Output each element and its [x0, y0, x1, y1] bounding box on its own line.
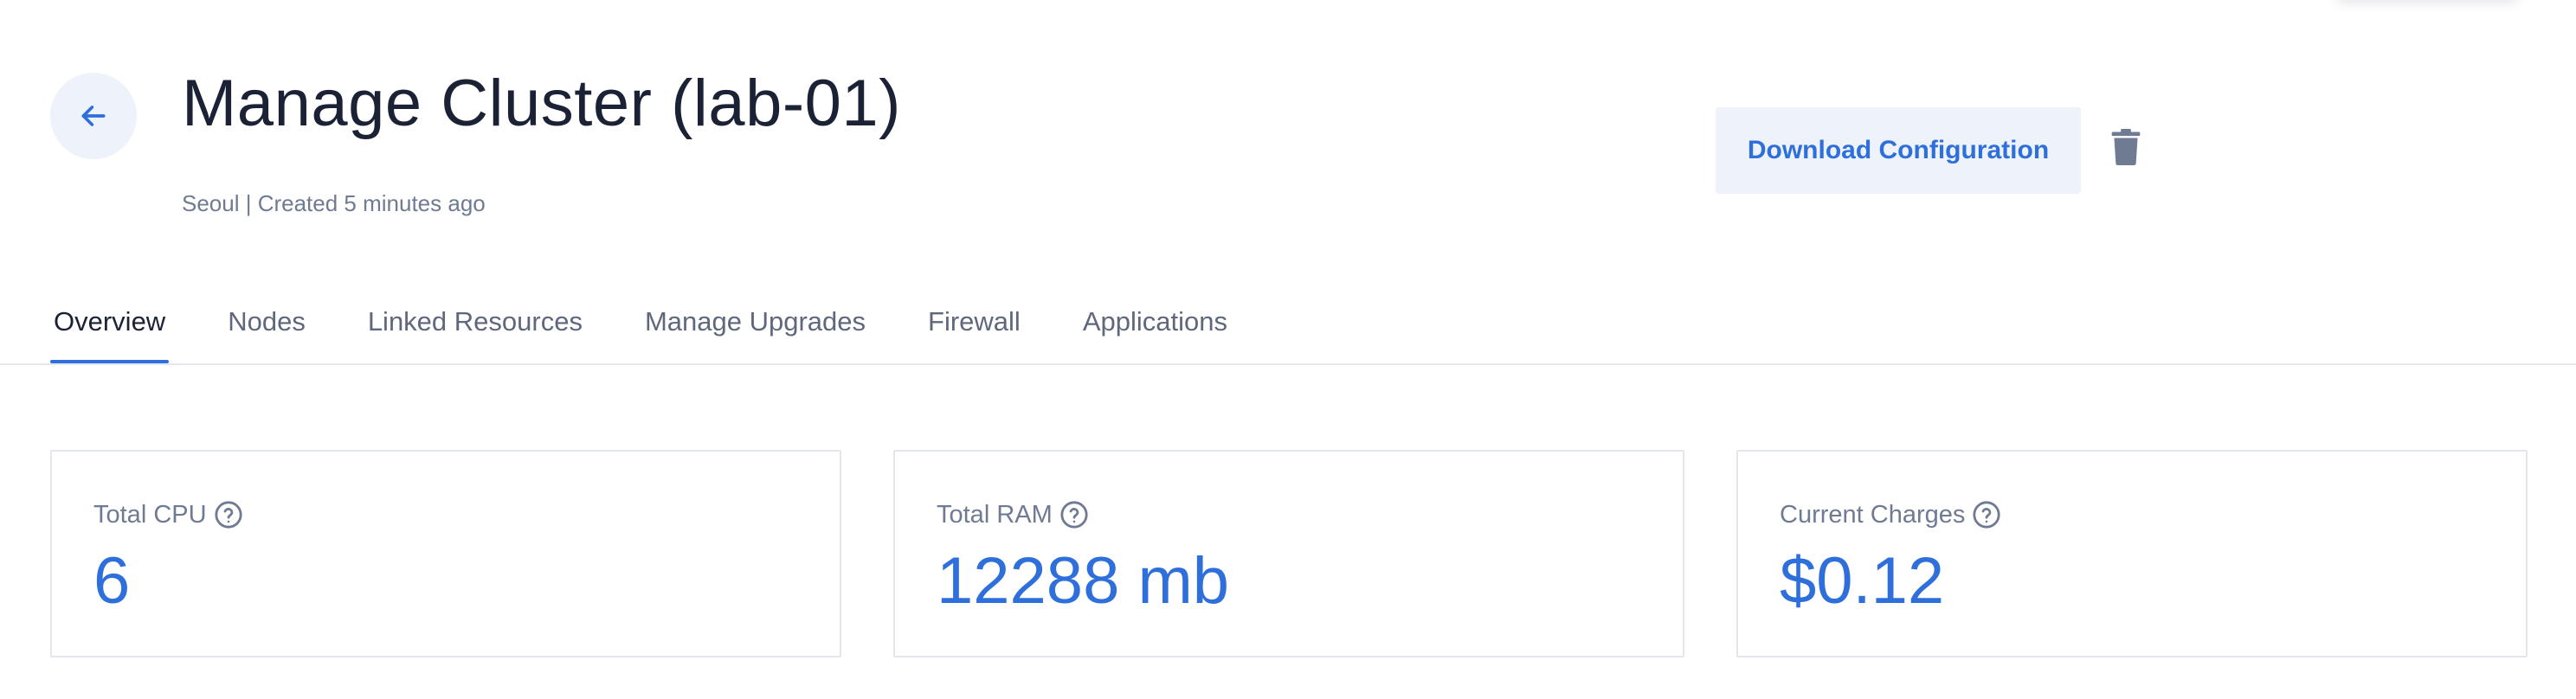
tab-linked-resources[interactable]: Linked Resources	[364, 294, 586, 363]
stat-value: $0.12	[1780, 544, 1945, 618]
trash-icon	[2111, 129, 2141, 165]
back-button[interactable]	[50, 73, 137, 159]
help-icon[interactable]	[214, 500, 243, 529]
help-icon[interactable]	[1059, 500, 1089, 529]
help-icon[interactable]	[1972, 500, 2001, 529]
stat-label: Total CPU	[93, 500, 207, 529]
arrow-left-icon	[81, 106, 106, 126]
stat-label-row: Current Charges	[1780, 500, 2001, 529]
cluster-meta: Seoul | Created 5 minutes ago	[182, 190, 486, 216]
stat-label-row: Total CPU	[93, 500, 243, 529]
download-configuration-button[interactable]: Download Configuration	[1716, 107, 2081, 194]
stat-label: Total RAM	[937, 500, 1053, 529]
tab-overview[interactable]: Overview	[50, 294, 170, 363]
delete-cluster-button[interactable]	[2109, 126, 2143, 168]
stat-card-cpu: Total CPU 6	[50, 450, 841, 657]
stat-card-charges: Current Charges $0.12	[1736, 450, 2528, 657]
stat-card-ram: Total RAM 12288 mb	[893, 450, 1684, 657]
page-title: Manage Cluster (lab-01)	[182, 67, 901, 140]
cluster-tabs: Overview Nodes Linked Resources Manage U…	[50, 294, 1286, 363]
manage-cluster-page: Manage Cluster (lab-01) Seoul | Created …	[0, 0, 2576, 699]
stat-label: Current Charges	[1780, 500, 1966, 529]
tabs-divider	[0, 363, 2576, 365]
stat-label-row: Total RAM	[937, 500, 1089, 529]
tab-applications[interactable]: Applications	[1079, 294, 1231, 363]
stat-value: 6	[93, 544, 131, 618]
tab-manage-upgrades[interactable]: Manage Upgrades	[641, 294, 869, 363]
tab-nodes[interactable]: Nodes	[224, 294, 309, 363]
tab-firewall[interactable]: Firewall	[924, 294, 1024, 363]
stat-value: 12288 mb	[937, 544, 1230, 618]
